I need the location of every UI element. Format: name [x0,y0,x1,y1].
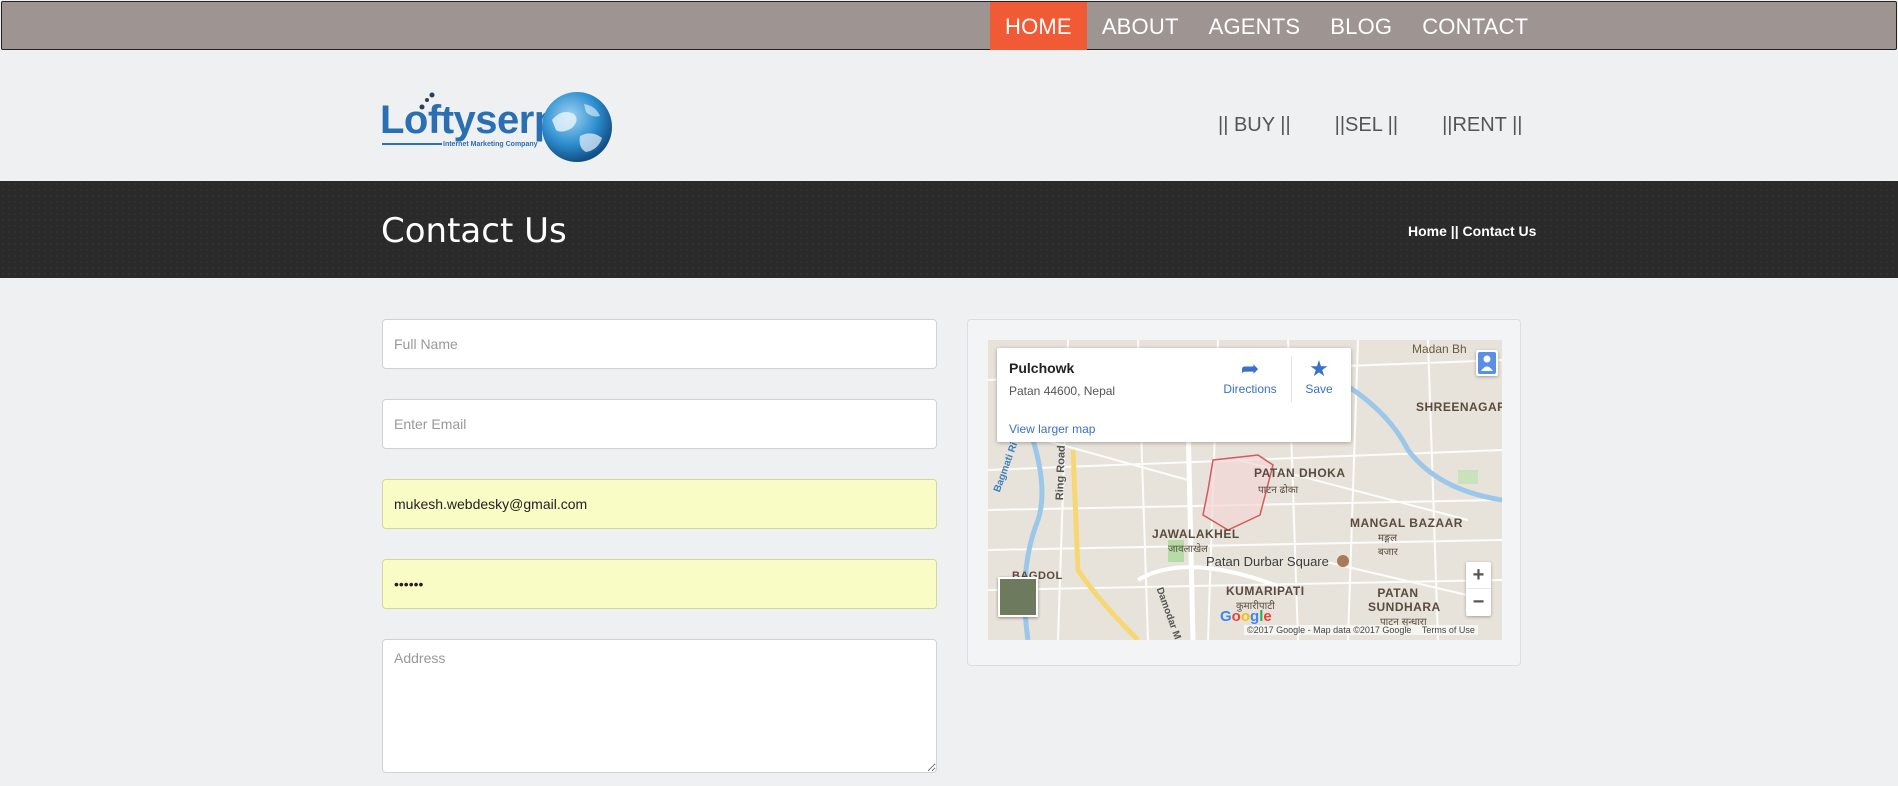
page-title-band: Contact Us Home || Contact Us [0,181,1898,278]
main-nav: HOME ABOUT AGENTS BLOG CONTACT [990,2,1543,50]
star-icon: ★ [1309,356,1329,381]
property-nav: || BUY || ||SEL || ||RENT || [1218,114,1522,137]
autofill-email-input[interactable] [382,479,937,529]
map-label-jawalakhel: JAWALAKHEL [1152,527,1240,541]
logo-underline [382,143,442,145]
directions-button[interactable]: ➦ Directions [1217,356,1283,396]
map-label-patan-sundhara: PATAN SUNDHARA [1368,586,1441,614]
directions-label: Directions [1223,382,1277,396]
logo-tagline: Internet Marketing Company [443,141,538,148]
embedded-map[interactable]: Madan Bh SHREENAGAR PATAN DHOKA पाटन ढोक… [988,340,1502,640]
subnav-buy[interactable]: || BUY || [1218,114,1291,137]
map-zoom-control: + − [1466,562,1491,616]
email-input[interactable] [382,399,937,449]
zoom-out-button[interactable]: − [1466,589,1491,616]
map-label-ring-road: Ring Road [1054,445,1068,501]
map-label-mangal-bazaar: MANGAL BAZAAR [1350,516,1463,530]
place-card: Pulchowk Patan 44600, Nepal View larger … [997,348,1351,442]
map-label-madan: Madan Bh [1412,342,1467,356]
save-place-button[interactable]: ★ Save [1297,356,1341,396]
map-label-mangal-bazaar-np: मङ्गल बजार [1378,533,1398,558]
breadcrumb-home[interactable]: Home [1408,223,1447,239]
zoom-in-button[interactable]: + [1466,562,1491,589]
card-divider [1291,356,1292,402]
logo-wordmark: Loftyserp [380,98,558,142]
map-label-patan-durbar: Patan Durbar Square [1206,554,1329,569]
place-name: Pulchowk [1009,360,1075,376]
globe-icon [542,92,612,162]
map-label-kumaripati: KUMARIPATI [1226,584,1305,598]
map-label-jawalakhel-np: जावलाखेल [1168,544,1208,555]
map-credit: ©2017 Google - Map data ©2017 Google Ter… [1244,625,1478,635]
nav-agents[interactable]: AGENTS [1194,2,1316,50]
full-name-input[interactable] [382,319,937,369]
site-logo[interactable]: Loftyserp Internet Marketing Company [380,88,612,166]
google-logo: Google [1220,608,1272,625]
nav-contact[interactable]: CONTACT [1407,2,1543,50]
nav-home[interactable]: HOME [990,2,1087,50]
map-label-patan-dhoka-np: पाटन ढोका [1258,485,1299,496]
page-title: Contact Us [381,211,567,251]
subnav-rent[interactable]: ||RENT || [1442,114,1522,137]
place-address: Patan 44600, Nepal [1009,384,1116,398]
nav-blog[interactable]: BLOG [1315,2,1407,50]
breadcrumb: Home || Contact Us [1408,223,1536,239]
password-input[interactable] [382,559,937,609]
save-label: Save [1305,382,1333,396]
map-panel: Madan Bh SHREENAGAR PATAN DHOKA पाटन ढोक… [967,319,1521,666]
map-label-shreenagar: SHREENAGAR [1416,400,1502,414]
map-credit-text: ©2017 Google - Map data ©2017 Google [1247,625,1412,635]
breadcrumb-current: Contact Us [1462,223,1537,239]
terms-of-use-link[interactable]: Terms of Use [1422,625,1475,635]
address-textarea[interactable] [382,639,937,773]
view-larger-map-link[interactable]: View larger map [1009,422,1095,436]
street-view-pegman-icon[interactable] [1476,350,1498,376]
subnav-sell[interactable]: ||SEL || [1335,114,1398,137]
breadcrumb-separator: || [1446,223,1463,239]
top-navbar: HOME ABOUT AGENTS BLOG CONTACT [1,1,1897,50]
satellite-toggle[interactable] [998,577,1038,617]
map-label-patan-dhoka: PATAN DHOKA [1254,466,1346,480]
directions-icon: ➦ [1240,356,1260,381]
nav-about[interactable]: ABOUT [1087,2,1194,50]
